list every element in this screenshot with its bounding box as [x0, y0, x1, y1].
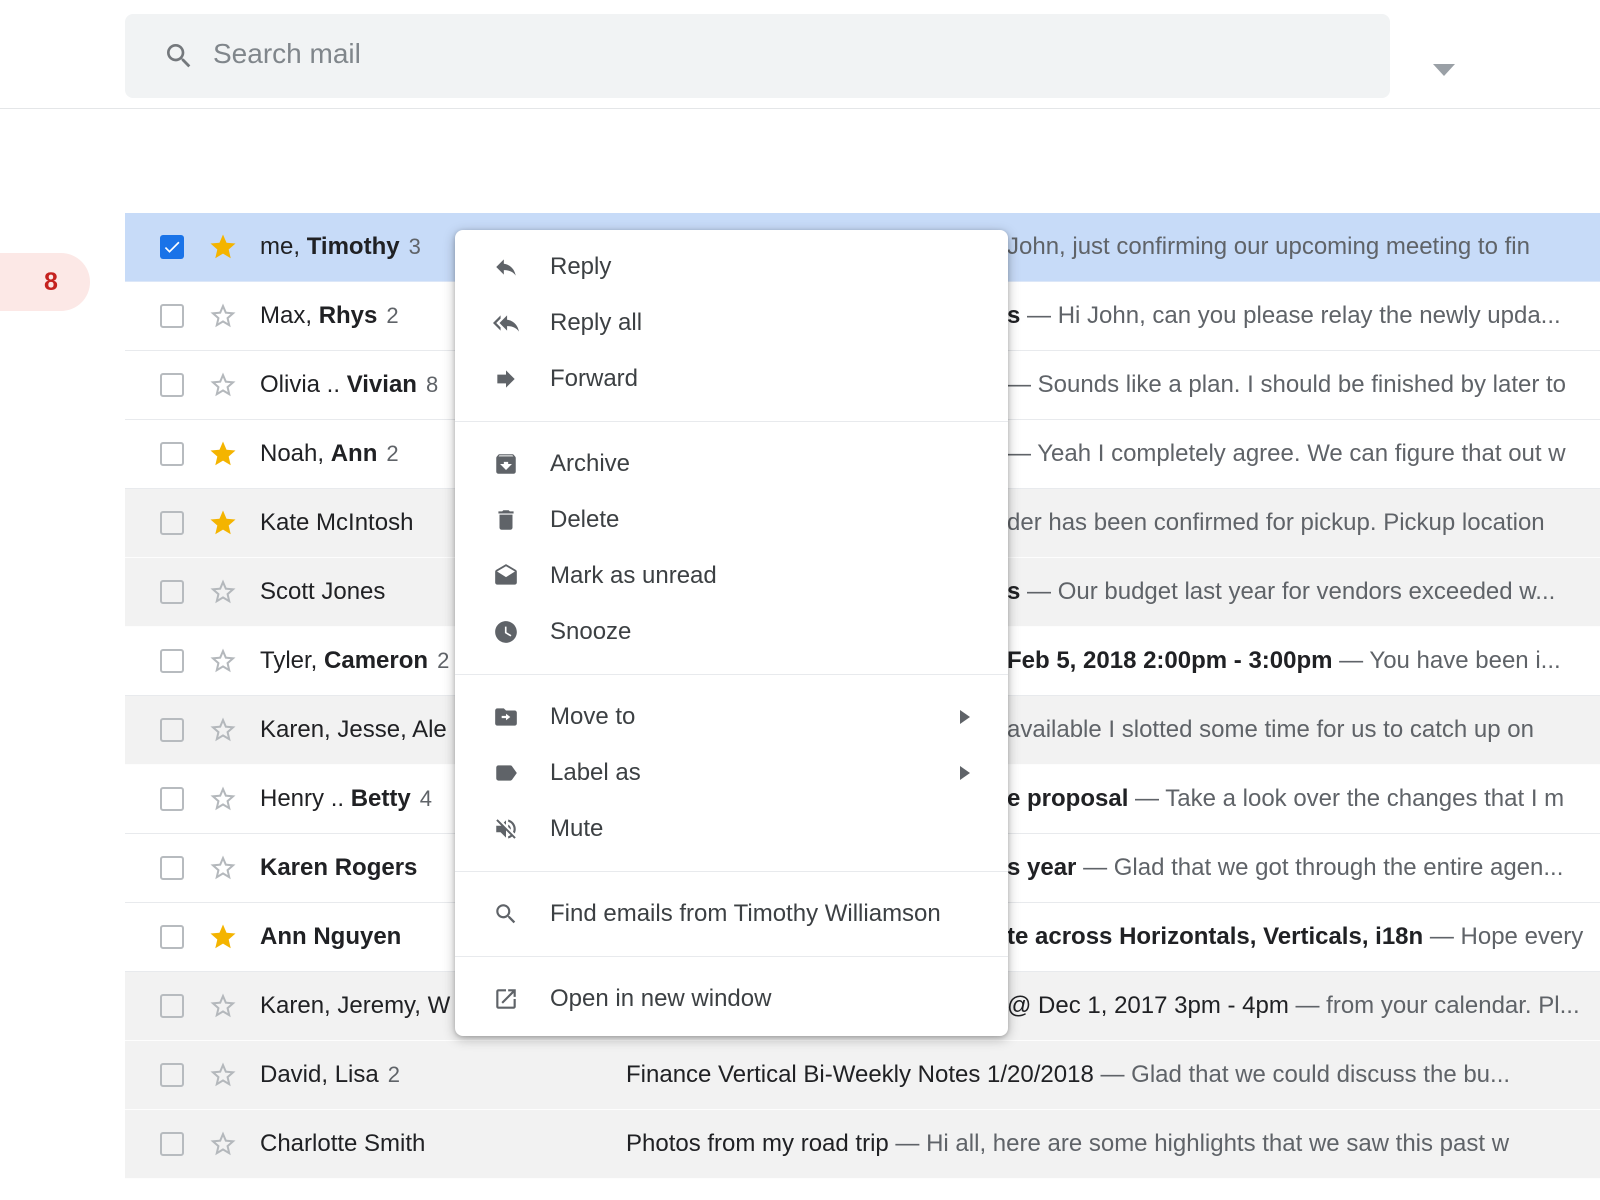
menu-item-reply-all[interactable]: Reply all [455, 295, 1008, 351]
archive-icon [493, 451, 519, 477]
search-input[interactable]: Search mail [213, 38, 361, 70]
menu-divider [455, 421, 1008, 422]
sender-names: David, Lisa2 [260, 1061, 626, 1089]
context-menu: Reply Reply all Forward Archive Delete Mark a… [455, 230, 1008, 1036]
star-icon[interactable] [208, 370, 238, 400]
email-snippet: Photos from my road trip — Hi all, here … [626, 1110, 1600, 1178]
star-icon[interactable] [208, 922, 238, 952]
row-checkbox[interactable] [160, 304, 184, 328]
reply-all-icon [493, 310, 519, 336]
menu-item-label: Archive [550, 450, 630, 478]
row-checkbox[interactable] [160, 787, 184, 811]
row-checkbox[interactable] [160, 373, 184, 397]
menu-item-mark-as-unread[interactable]: Mark as unread [455, 548, 1008, 604]
row-checkbox[interactable] [160, 856, 184, 880]
menu-item-label: Label as [550, 759, 641, 787]
menu-item-delete[interactable]: Delete [455, 492, 1008, 548]
label-icon [493, 760, 519, 786]
star-icon[interactable] [208, 715, 238, 745]
thread-count: 2 [386, 441, 398, 466]
menu-item-mute[interactable]: Mute [455, 801, 1008, 857]
row-checkbox[interactable] [160, 1132, 184, 1156]
open-new-icon [493, 986, 519, 1012]
row-checkbox[interactable] [160, 580, 184, 604]
menu-item-label: Delete [550, 506, 619, 534]
email-row[interactable]: David, Lisa2Finance Vertical Bi-Weekly N… [125, 1041, 1600, 1110]
star-icon[interactable] [208, 577, 238, 607]
menu-divider [455, 956, 1008, 957]
search-icon [163, 40, 195, 72]
row-checkbox[interactable] [160, 442, 184, 466]
star-icon[interactable] [208, 232, 238, 262]
drafts-icon [493, 563, 519, 589]
forward-icon [493, 366, 519, 392]
search-icon [493, 901, 519, 927]
star-icon[interactable] [208, 991, 238, 1021]
star-icon[interactable] [208, 646, 238, 676]
menu-item-label: Snooze [550, 618, 631, 646]
star-icon[interactable] [208, 439, 238, 469]
thread-count: 3 [409, 234, 421, 259]
star-icon[interactable] [208, 784, 238, 814]
row-checkbox[interactable] [160, 235, 184, 259]
thread-count: 4 [420, 786, 432, 811]
menu-item-snooze[interactable]: Snooze [455, 604, 1008, 660]
menu-item-label: Reply [550, 253, 611, 281]
thread-count: 8 [426, 372, 438, 397]
thread-count: 2 [388, 1062, 400, 1087]
menu-item-reply[interactable]: Reply [455, 239, 1008, 295]
menu-item-label: Reply all [550, 309, 642, 337]
toolbar: 1-16 of 16 [0, 109, 1600, 213]
menu-divider [455, 674, 1008, 675]
menu-item-label: Forward [550, 365, 638, 393]
star-icon[interactable] [208, 301, 238, 331]
submenu-arrow-icon [960, 766, 970, 780]
menu-item-open-in-new-window[interactable]: Open in new window [455, 971, 1008, 1027]
submenu-arrow-icon [960, 710, 970, 724]
row-checkbox[interactable] [160, 925, 184, 949]
menu-item-label: Open in new window [550, 985, 771, 1013]
menu-divider [455, 871, 1008, 872]
menu-item-label: Mark as unread [550, 562, 717, 590]
row-checkbox[interactable] [160, 649, 184, 673]
reply-icon [493, 254, 519, 280]
menu-item-forward[interactable]: Forward [455, 351, 1008, 407]
menu-item-label: Mute [550, 815, 603, 843]
row-checkbox[interactable] [160, 1063, 184, 1087]
menu-item-move-to[interactable]: Move to [455, 689, 1008, 745]
search-options-caret-icon[interactable] [1433, 64, 1455, 76]
header: Search mail [0, 0, 1600, 109]
mute-icon [493, 816, 519, 842]
star-icon[interactable] [208, 508, 238, 538]
row-checkbox[interactable] [160, 994, 184, 1018]
thread-count: 2 [437, 648, 449, 673]
menu-item-find-emails-from-timothy-williamson[interactable]: Find emails from Timothy Williamson [455, 886, 1008, 942]
row-checkbox[interactable] [160, 718, 184, 742]
folder-move-icon [493, 704, 519, 730]
thread-count: 2 [386, 303, 398, 328]
star-icon[interactable] [208, 1060, 238, 1090]
menu-item-label: Move to [550, 703, 635, 731]
row-checkbox[interactable] [160, 511, 184, 535]
clock-icon [493, 619, 519, 645]
menu-item-archive[interactable]: Archive [455, 436, 1008, 492]
star-icon[interactable] [208, 1129, 238, 1159]
email-row[interactable]: Charlotte SmithPhotos from my road trip … [125, 1110, 1600, 1179]
menu-item-label: Find emails from Timothy Williamson [550, 900, 941, 928]
star-icon[interactable] [208, 853, 238, 883]
sender-names: Charlotte Smith [260, 1130, 626, 1158]
email-snippet: Finance Vertical Bi-Weekly Notes 1/20/20… [626, 1041, 1600, 1109]
search-bar[interactable]: Search mail [125, 14, 1390, 98]
delete-icon [493, 507, 519, 533]
menu-item-label-as[interactable]: Label as [455, 745, 1008, 801]
